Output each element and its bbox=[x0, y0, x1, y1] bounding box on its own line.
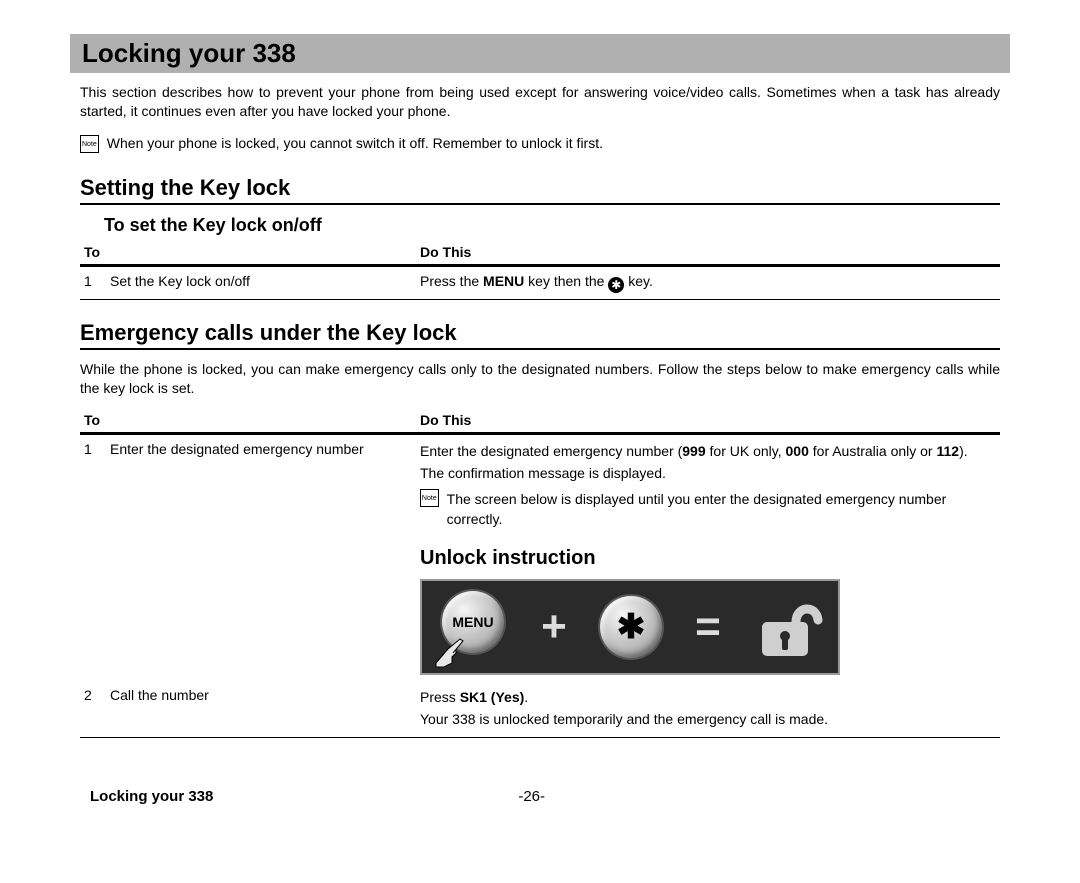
page-number: -26- bbox=[518, 788, 545, 805]
table-emergency: To Do This 1 Enter the designated emerge… bbox=[80, 408, 1000, 739]
emergency-paragraph: While the phone is locked, you can make … bbox=[80, 360, 1000, 398]
table-row: 2 Call the number Press SK1 (Yes). Your … bbox=[80, 681, 1000, 739]
row-to: Set the Key lock on/off bbox=[110, 273, 420, 289]
unlock-caption: Unlock instruction bbox=[420, 544, 840, 573]
page-title: Locking your 338 bbox=[82, 38, 998, 69]
table-header: To Do This bbox=[80, 408, 1000, 435]
document-page: Locking your 338 This section describes … bbox=[0, 0, 1080, 829]
col-do: Do This bbox=[420, 244, 1000, 260]
star-key-icon: ✱ bbox=[600, 596, 662, 658]
equals-icon: = bbox=[695, 595, 721, 659]
table-row: 1 Set the Key lock on/off Press the MENU… bbox=[80, 267, 1000, 300]
note-icon: Note bbox=[80, 135, 99, 153]
section-heading-emergency: Emergency calls under the Key lock bbox=[80, 320, 1000, 350]
col-to: To bbox=[80, 412, 420, 428]
top-note: Note When your phone is locked, you cann… bbox=[80, 135, 1000, 153]
section-heading-setting-key-lock: Setting the Key lock bbox=[80, 175, 1000, 205]
page-footer: Locking your 338 -26- bbox=[70, 758, 1010, 805]
row-num: 1 bbox=[80, 273, 110, 289]
table-header: To Do This bbox=[80, 240, 1000, 267]
note-icon: Note bbox=[420, 489, 439, 507]
row-to: Call the number bbox=[110, 687, 420, 703]
col-do: Do This bbox=[420, 412, 1000, 428]
footer-section-title: Locking your 338 bbox=[90, 788, 213, 805]
unlocked-padlock-icon bbox=[754, 594, 824, 660]
row-to: Enter the designated emergency number bbox=[110, 441, 420, 457]
unlock-diagram: MENU + ✱ = bbox=[420, 579, 840, 675]
row-num: 1 bbox=[80, 441, 110, 457]
row-do: Enter the designated emergency number (9… bbox=[420, 441, 1000, 675]
pointing-hand-icon bbox=[430, 633, 470, 669]
section-subheading-set-keylock: To set the Key lock on/off bbox=[104, 215, 1000, 236]
row-num: 2 bbox=[80, 687, 110, 703]
inline-note: Note The screen below is displayed until… bbox=[420, 489, 1000, 530]
title-bar: Locking your 338 bbox=[70, 34, 1010, 73]
plus-icon: + bbox=[541, 595, 567, 659]
row-do: Press SK1 (Yes). Your 338 is unlocked te… bbox=[420, 687, 1000, 732]
top-note-text: When your phone is locked, you cannot sw… bbox=[107, 135, 603, 151]
table-set-keylock: To Do This 1 Set the Key lock on/off Pre… bbox=[80, 240, 1000, 300]
table-row: 1 Enter the designated emergency number … bbox=[80, 435, 1000, 681]
intro-paragraph: This section describes how to prevent yo… bbox=[80, 83, 1000, 121]
menu-key-with-hand-icon: MENU bbox=[436, 591, 508, 663]
row-do: Press the MENU key then the ✱ key. bbox=[420, 273, 1000, 293]
unlock-diagram-block: Unlock instruction MENU + ✱ = bbox=[420, 544, 840, 675]
star-key-icon: ✱ bbox=[608, 277, 624, 293]
col-to: To bbox=[80, 244, 420, 260]
